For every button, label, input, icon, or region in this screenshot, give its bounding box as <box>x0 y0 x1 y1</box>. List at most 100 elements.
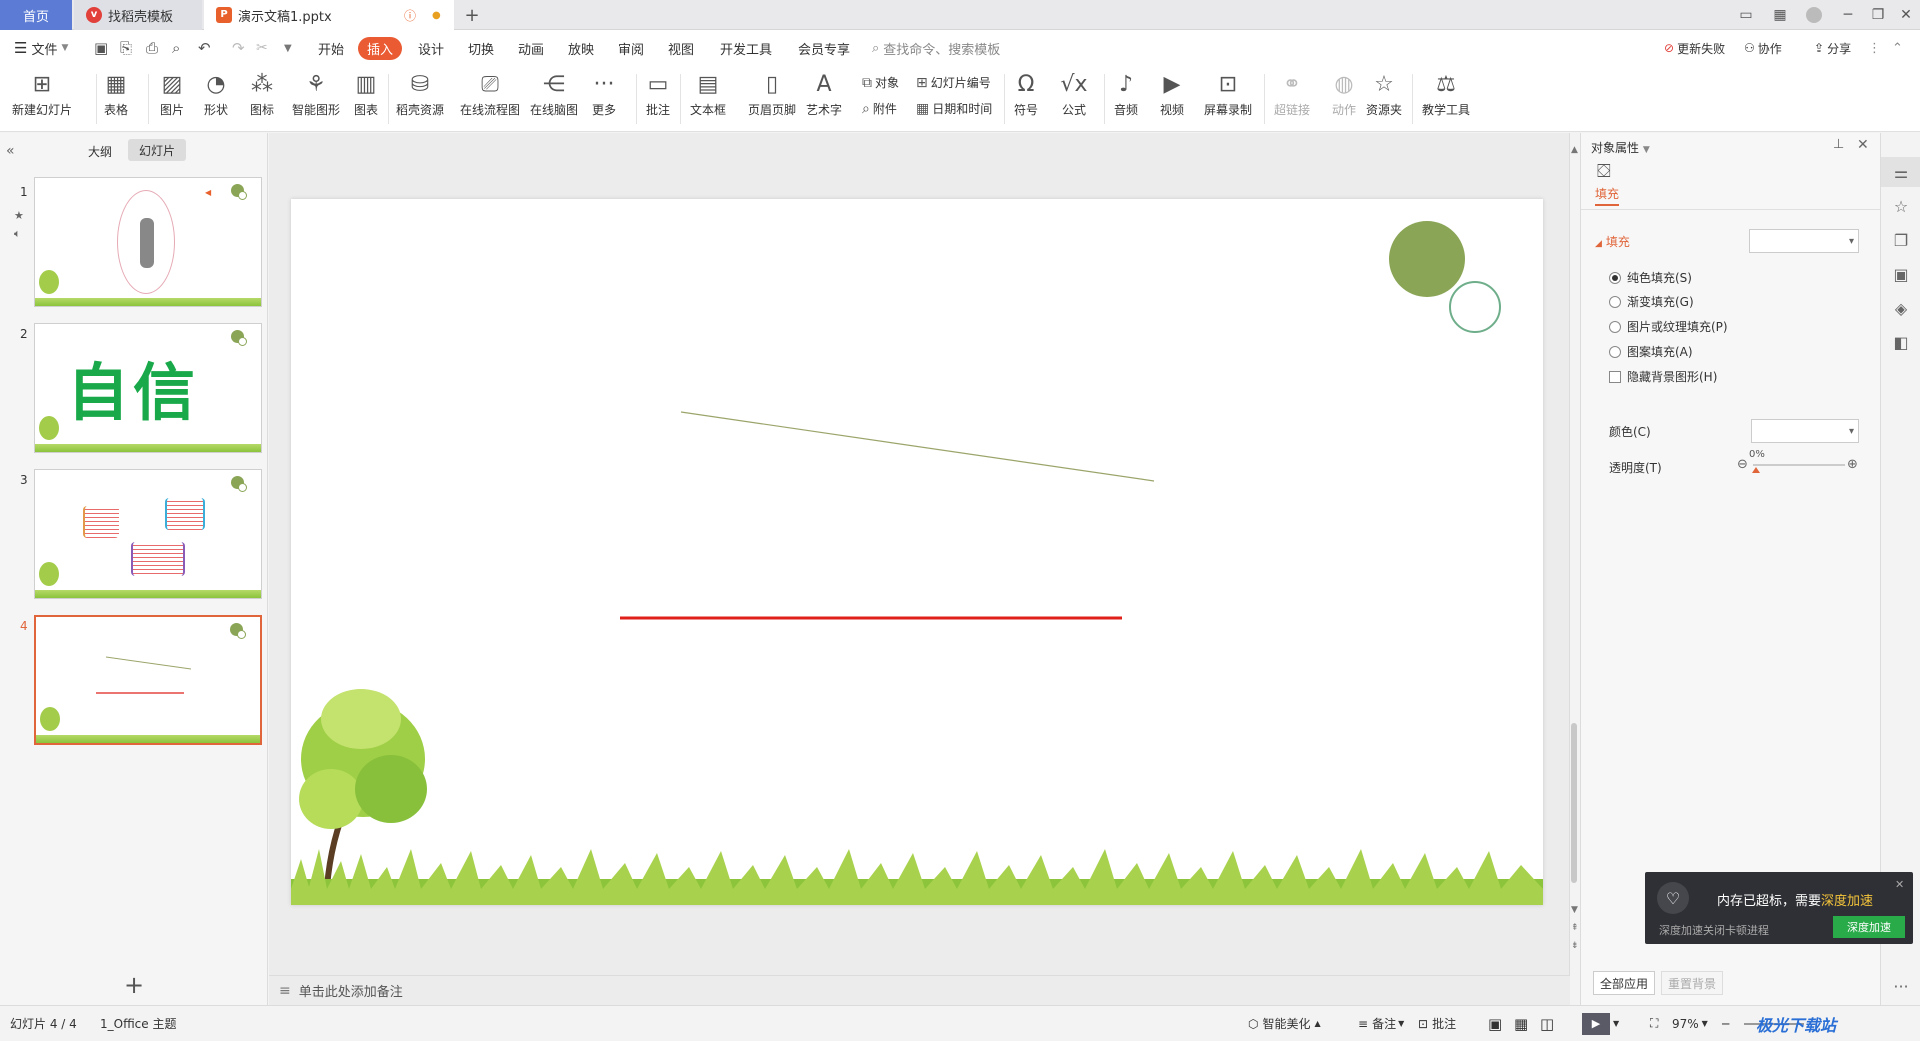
teaching-tools-button[interactable]: ⚖ 教学工具 <box>1422 70 1470 118</box>
fill-section-header[interactable]: ◢ 填充 <box>1595 233 1630 250</box>
menu-insert[interactable]: 插入 <box>358 30 403 66</box>
art-text-button[interactable]: A 艺术字 <box>806 70 842 118</box>
header-footer-button[interactable]: ▯ 页眉页脚 <box>748 70 796 118</box>
online-flowchart-button[interactable]: ⎚ 在线流程图 <box>460 70 520 118</box>
slide-thumbnail-1[interactable]: ◀ <box>34 177 262 307</box>
share-button[interactable]: ⇪ 分享 <box>1814 30 1851 66</box>
picture-fill-radio[interactable]: 图片或纹理填充(P) <box>1609 318 1728 335</box>
minus-circle-icon[interactable]: ⊖ <box>1737 457 1748 472</box>
more-tools-icon[interactable]: ··· <box>1881 971 1920 1001</box>
theme-name[interactable]: 1_Office 主题 <box>100 1006 176 1041</box>
transparency-slider[interactable] <box>1753 464 1845 466</box>
menu-member[interactable]: 会员专享 <box>798 30 850 66</box>
icon-button[interactable]: ⁂ 图标 <box>248 70 276 118</box>
object-button[interactable]: ⧉ 对象 <box>862 74 899 91</box>
slide-sorter-icon[interactable]: ▦ <box>1514 1006 1528 1041</box>
screen-record-button[interactable]: ⊡ 屏幕录制 <box>1204 70 1252 118</box>
chart-button[interactable]: ▥ 图表 <box>352 70 380 118</box>
plus-circle-icon[interactable]: ⊕ <box>1847 457 1858 472</box>
shape-button[interactable]: ◔ 形状 <box>202 70 230 118</box>
tab-template[interactable]: v 找稻壳模板 <box>74 0 202 30</box>
collapse-panel-icon[interactable]: « <box>6 143 15 159</box>
slide-number-button[interactable]: ⊞ 幻灯片编号 <box>916 74 991 91</box>
close-toast-icon[interactable]: ✕ <box>1895 878 1904 891</box>
scroll-up-icon[interactable]: ▲ <box>1571 145 1578 155</box>
menu-slideshow[interactable]: 放映 <box>568 30 594 66</box>
prev-slide-icon[interactable]: ⇞ <box>1571 923 1579 933</box>
close-panel-icon[interactable]: ✕ <box>1857 137 1869 153</box>
video-button[interactable]: ▶ 视频 <box>1158 70 1186 118</box>
collab-button[interactable]: ⚇ 协作 <box>1744 30 1782 66</box>
menu-view[interactable]: 视图 <box>668 30 694 66</box>
color-dropdown[interactable]: ▾ <box>1751 419 1859 443</box>
close-window-icon[interactable]: ✕ <box>1892 0 1920 30</box>
more-button[interactable]: ··· 更多 <box>590 70 618 118</box>
properties-icon[interactable]: ⚌ <box>1881 157 1920 187</box>
smart-graphic-button[interactable]: ⚘ 智能图形 <box>292 70 340 118</box>
animation-pane-icon[interactable]: ☆ <box>1881 191 1920 221</box>
menu-design[interactable]: 设计 <box>418 30 444 66</box>
slide-thumbnail-4[interactable] <box>34 615 262 745</box>
scroll-down-icon[interactable]: ▼ <box>1571 905 1578 915</box>
tab-slides[interactable]: 幻灯片 <box>128 139 186 161</box>
docer-resource-button[interactable]: ⛁ 稻壳资源 <box>396 70 444 118</box>
formula-button[interactable]: √x 公式 <box>1060 70 1088 118</box>
restore-icon[interactable]: ❐ <box>1864 0 1892 30</box>
action-button[interactable]: ◍ 动作 <box>1330 70 1358 118</box>
smart-beautify-button[interactable]: ⬡ 智能美化 ▲ <box>1248 1006 1321 1041</box>
comment-toggle-button[interactable]: ⊡ 批注 <box>1418 1006 1456 1041</box>
redo-icon[interactable]: ↷ <box>232 30 245 66</box>
tab-document[interactable]: P 演示文稿1.pptx ⓘ ● <box>204 0 454 30</box>
zoom-out-icon[interactable]: ─ <box>1722 1006 1729 1041</box>
collapse-ribbon-icon[interactable]: ⌃ <box>1892 30 1903 66</box>
comment-button[interactable]: ▭ 批注 <box>644 70 672 118</box>
update-status[interactable]: ⊘ 更新失败 <box>1664 30 1725 66</box>
menu-transition[interactable]: 切换 <box>468 30 494 66</box>
datetime-button[interactable]: ▦ 日期和时间 <box>916 100 992 117</box>
export-pdf-icon[interactable]: ⎘ <box>120 30 132 66</box>
undo-icon[interactable]: ↶ <box>198 30 211 66</box>
reading-view-icon[interactable]: ◫ <box>1540 1006 1554 1041</box>
format-painter-icon[interactable]: ✂ <box>256 30 268 66</box>
fit-window-icon[interactable]: ⛶ <box>1650 1006 1658 1041</box>
book-icon[interactable]: ◧ <box>1881 327 1920 357</box>
menu-review[interactable]: 审阅 <box>618 30 644 66</box>
tab-home[interactable]: 首页 <box>0 0 72 30</box>
tab-fill[interactable]: 填充 <box>1595 185 1620 206</box>
symbol-button[interactable]: Ω 符号 <box>1012 70 1040 118</box>
tab-outline[interactable]: 大纲 <box>88 143 112 160</box>
menu-start[interactable]: 开始 <box>318 30 344 66</box>
menu-animation[interactable]: 动画 <box>518 30 544 66</box>
layout-icon[interactable]: ▭ <box>1732 0 1760 30</box>
menu-devtools[interactable]: 开发工具 <box>720 30 772 66</box>
olive-line-shape[interactable] <box>680 411 1155 482</box>
slide-thumbnail-3[interactable] <box>34 469 262 599</box>
add-slide-icon[interactable]: + <box>124 971 144 999</box>
solid-fill-radio[interactable]: 纯色填充(S) <box>1609 269 1692 286</box>
textbox-button[interactable]: ▤ 文本框 <box>690 70 726 118</box>
print-icon[interactable]: ⎙ <box>146 30 158 66</box>
location-icon[interactable]: ◈ <box>1881 293 1920 323</box>
table-button[interactable]: ▦ 表格 <box>102 70 130 118</box>
gradient-fill-radio[interactable]: 渐变填充(G) <box>1609 293 1694 310</box>
picture-button[interactable]: ▨ 图片 <box>158 70 186 118</box>
more-quick-icon[interactable]: ▼ <box>284 30 292 66</box>
toast-message-link[interactable]: 深度加速 <box>1821 894 1873 909</box>
notes-toggle-button[interactable]: ≡ 备注 ▼ <box>1358 1006 1404 1041</box>
more-options-icon[interactable]: ⋮ <box>1868 30 1881 66</box>
new-tab-icon[interactable]: + <box>460 0 484 30</box>
command-search[interactable]: ⌕ 查找命令、搜索模板 <box>872 30 1000 66</box>
next-slide-icon[interactable]: ⇟ <box>1571 941 1579 951</box>
pin-icon[interactable]: ⊥ <box>1833 137 1844 152</box>
hyperlink-button[interactable]: ⚭ 超链接 <box>1274 70 1310 118</box>
slide-design-icon[interactable]: ❐ <box>1881 225 1920 255</box>
normal-view-icon[interactable]: ▣ <box>1488 1006 1502 1041</box>
picture-tools-icon[interactable]: ▣ <box>1881 259 1920 289</box>
resource-folder-button[interactable]: ☆ 资源夹 <box>1366 70 1402 118</box>
slide-thumbnail-2[interactable]: 自信 <box>34 323 262 453</box>
preview-icon[interactable]: ⌕ <box>172 30 180 66</box>
new-slide-button[interactable]: ⊞ 新建幻灯片 <box>12 70 72 118</box>
slide-4[interactable] <box>291 199 1543 905</box>
fill-type-dropdown[interactable]: ▾ <box>1749 229 1859 253</box>
file-menu[interactable]: ☰ 文件 ▼ <box>14 30 68 66</box>
